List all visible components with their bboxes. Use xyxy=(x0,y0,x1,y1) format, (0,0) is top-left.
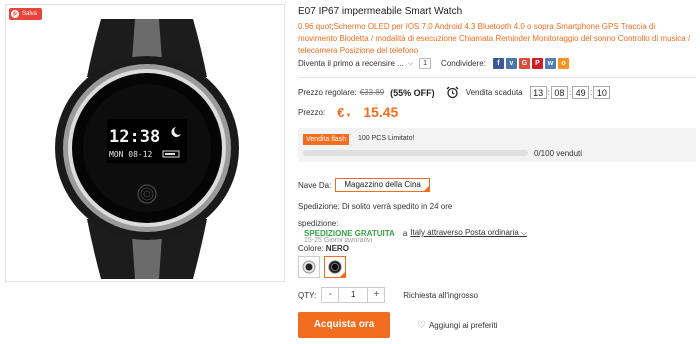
product-title: E07 IP67 impermeabile Smart Watch xyxy=(298,6,463,17)
review-count: 1 xyxy=(419,58,432,69)
dispatch-info: Spedizione: Di solito verrà spedito in 2… xyxy=(298,202,453,211)
heart-icon: ♡ xyxy=(417,320,426,331)
odnoklassniki-icon[interactable]: o xyxy=(557,58,569,69)
current-price: 15.45 xyxy=(363,104,399,120)
discount-badge: (55% OFF) xyxy=(390,87,435,98)
buy-now-button[interactable]: Acquista ora xyxy=(298,312,390,338)
warehouse-option[interactable]: Magazzino della Cina xyxy=(335,178,430,192)
countdown-days: 13 xyxy=(529,86,547,99)
pinterest-icon[interactable]: P xyxy=(531,58,543,69)
flash-sale-panel: Vendita flash 100 PCS Limitato! 0/100 ve… xyxy=(298,128,696,162)
shipping-days: 15-25 Giorni lavorativi xyxy=(304,237,373,244)
regular-price: €33.89 xyxy=(359,88,385,97)
quantity-increase-button[interactable]: + xyxy=(368,288,385,302)
swatch-white[interactable] xyxy=(298,256,320,278)
share-label: Condividere: xyxy=(441,59,486,68)
price-row: Prezzo: €▼ 15.45 xyxy=(298,104,398,120)
quantity-stepper: - 1 + xyxy=(321,287,386,303)
shipping-method-dropdown[interactable]: Italy attraverso Posta ordinaria ⌵ xyxy=(410,228,527,238)
vkontakte-icon[interactable]: w xyxy=(544,58,556,69)
countdown-hours: 08 xyxy=(550,86,568,99)
divider xyxy=(298,77,696,78)
ship-from-row: Nave Da: Magazzino della Cina xyxy=(298,178,430,192)
smart-watch-image: 12:38 MON 08-12 xyxy=(55,19,239,279)
color-label: Colore: xyxy=(298,244,324,253)
color-swatches xyxy=(298,256,346,278)
flash-sale-badge: Vendita flash xyxy=(303,134,350,145)
watch-date-text: MON 08-12 xyxy=(109,150,153,159)
quantity-row: QTY: - 1 + Richiesta all'ingrosso xyxy=(298,287,478,303)
quantity-decrease-button[interactable]: - xyxy=(322,288,339,302)
watch-time-text: 12:38 xyxy=(109,127,160,147)
countdown-timer: 13: 08: 49: 10 xyxy=(529,86,611,99)
product-image-panel[interactable]: p Salva 12:38 MON 08-12 xyxy=(5,4,285,282)
price-label: Prezzo: xyxy=(298,107,326,117)
review-share-row: Diventa il primo a recensire ... ⌵ 1 Con… xyxy=(298,58,569,69)
regular-price-row: Prezzo regolare: €33.89 (55% OFF) Vendit… xyxy=(298,86,611,99)
flash-sale-progress xyxy=(303,150,528,156)
flash-sale-sold: 0/100 venduti xyxy=(534,149,583,158)
countdown-label: Vendita scaduta xyxy=(465,88,523,97)
caret-down-icon: ▼ xyxy=(345,112,352,119)
flash-sale-limit: 100 PCS Limitato! xyxy=(358,135,415,142)
shipping-label: spedizione: xyxy=(298,219,339,228)
review-link[interactable]: Diventa il primo a recensire ... xyxy=(298,59,404,68)
color-value: NERO xyxy=(325,244,349,253)
wishlist-label: Aggiungi ai preferiti xyxy=(428,321,498,330)
shipping-via: a xyxy=(402,228,408,238)
regular-price-label: Prezzo regolare: xyxy=(298,88,357,97)
google-plus-icon[interactable]: G xyxy=(518,58,530,69)
countdown-minutes: 49 xyxy=(572,86,590,99)
ship-from-label: Nave Da: xyxy=(298,180,332,190)
add-to-wishlist-button[interactable]: ♡ Aggiungi ai preferiti xyxy=(417,320,497,331)
swatch-black[interactable] xyxy=(324,256,346,278)
quantity-input[interactable]: 1 xyxy=(338,288,369,302)
countdown-seconds: 10 xyxy=(593,86,611,99)
alarm-clock-icon xyxy=(446,86,459,99)
color-row: Colore: NERO xyxy=(298,244,349,253)
pinterest-icon: p xyxy=(11,10,19,18)
currency-selector[interactable]: €▼ xyxy=(337,105,351,120)
chevron-down-icon[interactable]: ⌵ xyxy=(408,60,413,68)
vk-icon[interactable]: v xyxy=(505,58,517,69)
facebook-icon[interactable]: f xyxy=(492,58,504,69)
quantity-label: QTY: xyxy=(298,290,317,300)
social-buttons: fvGPwo xyxy=(492,58,569,69)
product-description: 0.96 quot;Schermo OLED per IOS 7.0 Andro… xyxy=(298,22,691,55)
wholesale-inquiry-link[interactable]: Richiesta all'ingrosso xyxy=(403,291,478,300)
